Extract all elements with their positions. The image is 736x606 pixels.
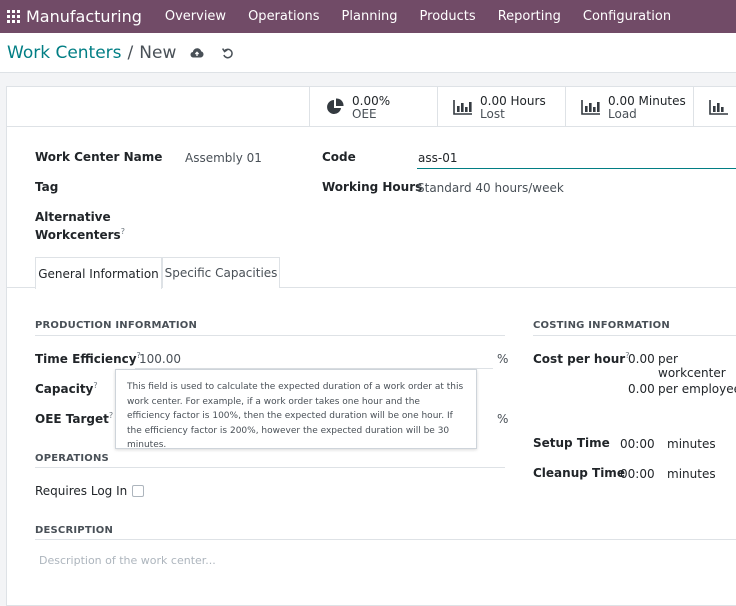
load-stat-label: Load — [608, 106, 637, 121]
app-brand[interactable]: Manufacturing — [26, 7, 142, 26]
menu-operations[interactable]: Operations — [237, 0, 330, 33]
tag-label: Tag — [35, 180, 59, 194]
cleanup-time-label: Cleanup Time — [533, 466, 625, 480]
requires-login-checkbox[interactable] — [132, 485, 144, 497]
apps-menu-icon[interactable] — [0, 0, 26, 33]
tab-specific-capacities[interactable]: Specific Capacities — [162, 257, 280, 288]
cost-per-hour-text: Cost per hour — [533, 352, 626, 366]
load-stat-button[interactable]: 0.00 Minutes Load — [565, 87, 693, 127]
menu-reporting[interactable]: Reporting — [487, 0, 572, 33]
help-icon: ? — [93, 381, 98, 390]
working-hours-field[interactable]: Standard 40 hours/week — [417, 181, 564, 195]
production-section-title: PRODUCTION INFORMATION — [35, 320, 198, 331]
breadcrumb-current: New — [139, 42, 177, 63]
save-cloud-icon[interactable] — [190, 47, 204, 59]
description-section-title: DESCRIPTION — [35, 525, 114, 536]
code-input[interactable]: ass-01 — [417, 147, 736, 169]
breadcrumb-separator: / — [127, 42, 134, 63]
load-stat-value: 0.00 Minutes — [608, 93, 686, 108]
top-navbar: Manufacturing Overview Operations Planni… — [0, 0, 736, 33]
oee-stat-label: OEE — [352, 106, 377, 121]
help-icon: ? — [108, 411, 114, 420]
setup-time-unit: minutes — [667, 437, 716, 451]
time-efficiency-percent: % — [497, 352, 509, 366]
oee-stat-value: 0.00% — [352, 93, 391, 108]
cost-workcenter-unit: per workcenter — [658, 352, 726, 380]
work-center-name-label: Work Center Name — [35, 150, 163, 164]
capacity-text: Capacity — [35, 382, 94, 396]
description-section-divider — [35, 539, 736, 540]
cost-workcenter-value[interactable]: 0.00 — [628, 352, 655, 366]
form-sheet: 0.00% OEE 0.00 Hours Lost 0.00 Minutes L… — [6, 86, 736, 606]
menu-products[interactable]: Products — [409, 0, 487, 33]
control-panel: Work Centers / New — [0, 33, 736, 73]
help-icon: ? — [120, 227, 125, 236]
code-label: Code — [322, 150, 356, 164]
cost-employee-value[interactable]: 0.00 — [628, 382, 655, 396]
requires-login-label: Requires Log In — [35, 484, 128, 498]
menu-configuration[interactable]: Configuration — [572, 0, 682, 33]
oee-target-text: OEE Target — [35, 412, 109, 426]
costing-section-title: COSTING INFORMATION — [533, 320, 670, 331]
bar-chart-icon — [708, 97, 730, 117]
stat-buttons-bar: 0.00% OEE 0.00 Hours Lost 0.00 Minutes L… — [7, 87, 736, 127]
operations-section-divider — [35, 467, 505, 468]
setup-time-label: Setup Time — [533, 436, 610, 450]
cost-employee-unit: per employee — [658, 382, 736, 396]
alternative-workcenters-label-line1: Alternative — [35, 210, 111, 224]
oee-target-label: OEE Target? — [35, 411, 113, 426]
lost-stat-label: Lost — [480, 106, 505, 121]
menu-overview[interactable]: Overview — [154, 0, 237, 33]
menu-planning[interactable]: Planning — [331, 0, 409, 33]
cleanup-time-unit: minutes — [667, 467, 716, 481]
setup-time-input[interactable]: 00:00 — [620, 437, 655, 451]
time-efficiency-tooltip: This field is used to calculate the expe… — [115, 369, 477, 450]
production-section-divider — [35, 335, 505, 336]
lost-stat-button[interactable]: 0.00 Hours Lost — [437, 87, 565, 127]
pie-chart-icon — [324, 97, 346, 117]
alternative-workcenters-label-line2: Workcenters — [35, 228, 121, 242]
time-efficiency-text: Time Efficiency — [35, 352, 137, 366]
tab-general-information[interactable]: General Information — [35, 257, 162, 289]
costing-section-divider — [533, 335, 736, 336]
bar-chart-icon — [580, 97, 602, 117]
cost-per-hour-label: Cost per hour? — [533, 351, 629, 366]
alternative-workcenters-label: Workcenters? — [35, 227, 125, 242]
discard-undo-icon[interactable] — [222, 47, 234, 59]
description-input[interactable]: Description of the work center... — [39, 554, 216, 567]
working-hours-label: Working Hours — [322, 180, 423, 194]
breadcrumb-parent[interactable]: Work Centers — [7, 43, 122, 63]
operations-section-title: OPERATIONS — [35, 453, 109, 464]
notebook-tabs: General Information Specific Capacities — [7, 257, 736, 289]
oee-stat-button[interactable]: 0.00% OEE — [309, 87, 437, 127]
time-efficiency-label: Time Efficiency? — [35, 351, 141, 366]
capacity-label: Capacity? — [35, 381, 98, 396]
lost-stat-value: 0.00 Hours — [480, 93, 546, 108]
work-center-name-field[interactable]: Assembly 01 — [185, 151, 262, 165]
bar-chart-icon — [452, 97, 474, 117]
time-efficiency-input[interactable]: 100.00 — [139, 352, 181, 366]
cleanup-time-input[interactable]: 00:00 — [620, 467, 655, 481]
oee-target-percent: % — [497, 412, 509, 426]
more-stat-button[interactable] — [693, 87, 736, 127]
